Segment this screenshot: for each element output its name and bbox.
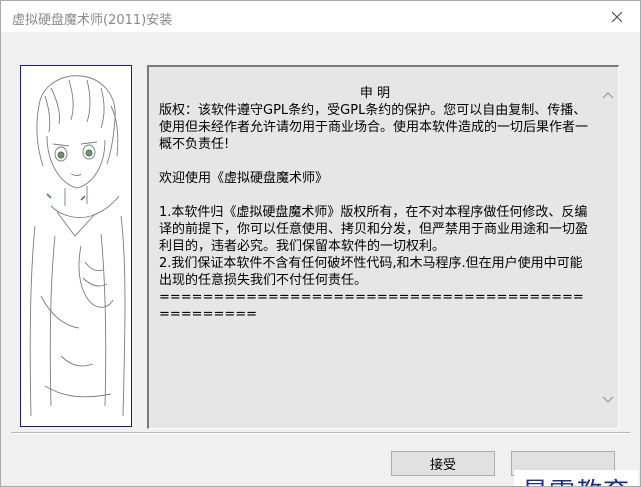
close-icon <box>611 11 623 22</box>
chevron-down-icon <box>602 396 614 403</box>
license-text-panel[interactable]: 申 明 版权：该软件遵守GPL条约，受GPL条约的保护。您可以自由复制、传播、使… <box>147 65 619 429</box>
side-illustration <box>20 65 132 427</box>
anime-girl-illustration-icon <box>29 75 126 417</box>
chevron-up-icon <box>602 92 614 99</box>
watermark-logo: 最需教育 <box>514 470 638 487</box>
scroll-up-button[interactable] <box>598 85 618 105</box>
watermark-text: 最需教育 <box>522 472 630 487</box>
window-title: 虚拟硬盘魔术师(2011)安装 <box>12 13 173 28</box>
license-heading: 申 明 <box>359 86 391 101</box>
close-button[interactable] <box>594 1 640 32</box>
installer-window: 虚拟硬盘魔术师(2011)安装 申 明 版权：该软件遵守GPL条约，受GPL条约… <box>0 0 641 487</box>
license-divider-line: ========================================… <box>159 290 584 322</box>
accept-button[interactable]: 接受 <box>391 451 495 476</box>
license-paragraph: 2.我们保证本软件不含有任何破坏性代码,和木马程序.但在用户使用中可能出现的任意… <box>159 256 583 288</box>
license-paragraph: 版权：该软件遵守GPL条约，受GPL条约的保护。您可以自由复制、传播、使用但未经… <box>159 103 589 152</box>
license-paragraph: 欢迎使用《虚拟硬盘魔术师》 <box>159 171 329 186</box>
button-separator <box>11 432 630 434</box>
license-text: 申 明 版权：该软件遵守GPL条约，受GPL条约的保护。您可以自由复制、传播、使… <box>159 85 591 323</box>
dialog-body: 申 明 版权：该软件遵守GPL条约，受GPL条约的保护。您可以自由复制、传播、使… <box>1 32 640 486</box>
license-paragraph: 1.本软件归《虚拟硬盘魔术师》版权所有，在不对本程序做任何修改、反编译的前提下，… <box>159 205 589 254</box>
title-bar[interactable]: 虚拟硬盘魔术师(2011)安装 <box>1 1 640 32</box>
scroll-down-button[interactable] <box>598 390 618 410</box>
vertical-scrollbar[interactable] <box>598 67 618 428</box>
